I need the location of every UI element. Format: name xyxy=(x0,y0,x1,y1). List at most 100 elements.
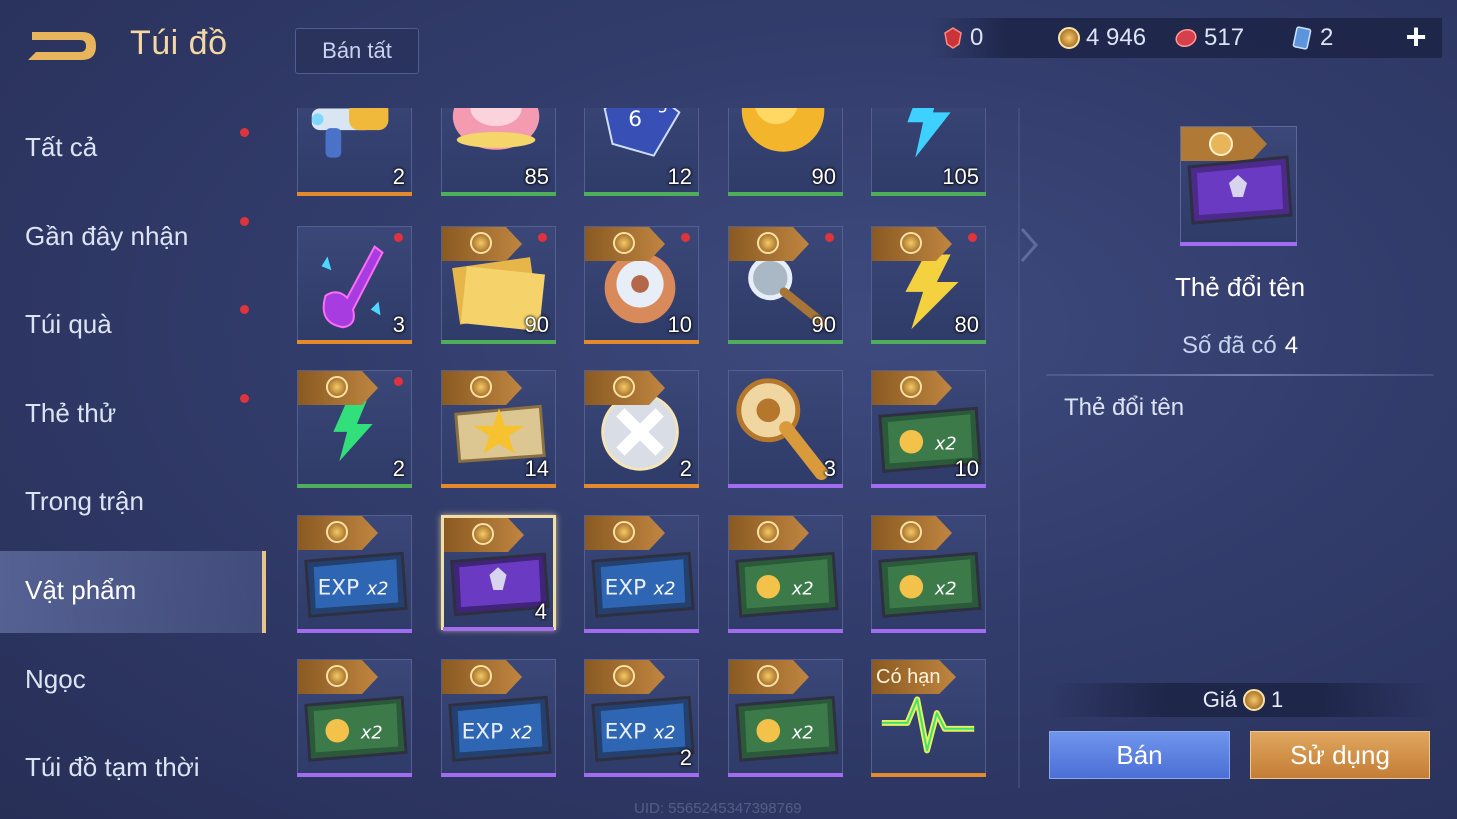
svg-text:EXP: EXP xyxy=(605,720,647,745)
currency-value: 4 946 xyxy=(1086,24,1147,51)
item-quantity: 3 xyxy=(823,456,836,481)
item-quantity: 90 xyxy=(811,312,836,337)
inventory-slot[interactable]: 2 xyxy=(297,370,412,488)
sidebar-item-temp-bag[interactable]: Túi đồ tạm thời xyxy=(0,728,266,810)
sell-all-button[interactable]: Bán tất xyxy=(295,28,419,74)
detail-divider xyxy=(1046,374,1434,376)
detail-item-name: Thẻ đổi tên xyxy=(1174,272,1306,302)
gold-coin-icon xyxy=(470,232,492,254)
item-quantity: 10 xyxy=(954,456,979,481)
sidebar-item-gift-bag[interactable]: Túi quà xyxy=(0,285,266,367)
item-quantity: 14 xyxy=(524,456,549,481)
inventory-slot[interactable]: 4 xyxy=(441,515,556,631)
inventory-slot[interactable]: 80 xyxy=(871,226,986,344)
inventory-slot[interactable]: 14 xyxy=(441,370,556,488)
svg-text:EXP: EXP xyxy=(318,576,360,601)
item-quantity: 3 xyxy=(392,312,405,337)
detail-item-icon xyxy=(1180,126,1297,246)
item-quantity: 90 xyxy=(811,164,836,189)
sidebar-item-label: Ngọc xyxy=(25,664,86,694)
svg-text:x2: x2 xyxy=(360,724,383,744)
item-quantity: 4 xyxy=(534,599,547,624)
rarity-bar xyxy=(441,192,556,196)
rarity-bar xyxy=(584,192,699,196)
rarity-bar xyxy=(584,484,699,488)
rarity-bar xyxy=(728,192,843,196)
inventory-slot[interactable]: 3 xyxy=(297,226,412,344)
currency-value: 2 xyxy=(1320,24,1334,51)
rarity-bar xyxy=(297,192,412,196)
svg-text:EXP: EXP xyxy=(605,576,647,601)
detail-owned-count: Số đã có 4 xyxy=(1040,332,1440,360)
sell-tag xyxy=(872,371,952,405)
sell-button[interactable]: Bán xyxy=(1049,731,1230,779)
notification-dot xyxy=(240,305,249,314)
owned-label: Số đã có xyxy=(1181,332,1277,359)
inventory-slot[interactable]: 90 xyxy=(728,108,843,196)
notification-dot xyxy=(825,233,834,242)
ruby-icon xyxy=(1175,28,1197,48)
inventory-slot[interactable]: Có hạn xyxy=(871,659,986,777)
sidebar-item-gems[interactable]: Ngọc xyxy=(0,640,266,722)
inventory-slot[interactable]: 2 xyxy=(297,108,412,196)
inventory-slot[interactable]: 90 xyxy=(441,226,556,344)
sell-tag xyxy=(585,371,665,405)
inventory-slot[interactable]: 3 xyxy=(728,370,843,488)
back-button[interactable] xyxy=(22,24,102,68)
sell-tag xyxy=(442,660,522,694)
currency-ruby: 517 xyxy=(1174,18,1244,58)
inventory-slot[interactable]: 105 xyxy=(871,108,986,196)
inventory-slot[interactable]: EXP x2 xyxy=(297,515,412,633)
price-value: 1 xyxy=(1271,687,1284,712)
sell-tag xyxy=(585,660,665,694)
sidebar-item-in-match[interactable]: Trong trận xyxy=(0,462,266,544)
sidebar-item-trial-cards[interactable]: Thẻ thử xyxy=(0,374,266,456)
rarity-bar xyxy=(297,484,412,488)
sell-tag xyxy=(298,516,378,550)
inventory-slot[interactable]: x2 xyxy=(871,515,986,633)
sidebar-item-all[interactable]: Tất cả xyxy=(0,108,266,190)
gold-coin-icon xyxy=(900,232,922,254)
detail-description: Thẻ đổi tên xyxy=(1064,394,1185,421)
inventory-slot[interactable]: x2 xyxy=(728,515,843,633)
item-quantity: 2 xyxy=(392,456,405,481)
gold-coin-icon xyxy=(613,521,635,543)
sell-tag xyxy=(444,518,524,552)
inventory-slot[interactable]: x2 10 xyxy=(871,370,986,488)
limited-tag-label: Có hạn xyxy=(876,666,941,688)
category-sidebar: Tất cả Gần đây nhận Túi quà Thẻ thử Tron… xyxy=(0,100,266,819)
inventory-slot[interactable]: 85 xyxy=(441,108,556,196)
gold-coin-icon xyxy=(757,521,779,543)
gold-coin-icon xyxy=(470,665,492,687)
notification-dot xyxy=(968,233,977,242)
inventory-slot[interactable]: EXP x2 2 xyxy=(584,659,699,777)
use-button[interactable]: Sử dụng xyxy=(1250,731,1430,779)
rarity-bar xyxy=(441,484,556,488)
sidebar-item-label: Gần đây nhận xyxy=(25,221,189,251)
inventory-slot[interactable]: 10 xyxy=(584,226,699,344)
inventory-slot[interactable]: EXP x2 xyxy=(441,659,556,777)
inventory-slot[interactable]: 6 5 12 xyxy=(584,108,699,196)
inventory-slot[interactable]: x2 xyxy=(728,659,843,777)
inventory-slot[interactable]: 90 xyxy=(728,226,843,344)
gold-coin-icon xyxy=(326,521,348,543)
sell-tag xyxy=(872,227,952,261)
item-quantity: 80 xyxy=(954,312,979,337)
sidebar-item-label: Túi quà xyxy=(25,309,112,339)
add-currency-button[interactable]: + xyxy=(1398,19,1434,56)
gold-coin-icon xyxy=(757,232,779,254)
sidebar-item-recent[interactable]: Gần đây nhận xyxy=(0,197,266,279)
inventory-slot[interactable]: 2 xyxy=(584,370,699,488)
gold-coin-icon xyxy=(326,376,348,398)
sidebar-item-items[interactable]: Vật phẩm xyxy=(0,551,266,633)
svg-text:x2: x2 xyxy=(653,580,676,600)
item-quantity: 105 xyxy=(942,164,979,189)
inventory-slot[interactable]: x2 xyxy=(297,659,412,777)
item-quantity: 90 xyxy=(524,312,549,337)
notification-dot xyxy=(240,128,249,137)
inventory-slot[interactable]: EXP x2 xyxy=(584,515,699,633)
svg-text:x2: x2 xyxy=(510,724,533,744)
rarity-bar xyxy=(584,773,699,777)
svg-text:x2: x2 xyxy=(791,724,814,744)
item-quantity: 2 xyxy=(679,745,692,770)
